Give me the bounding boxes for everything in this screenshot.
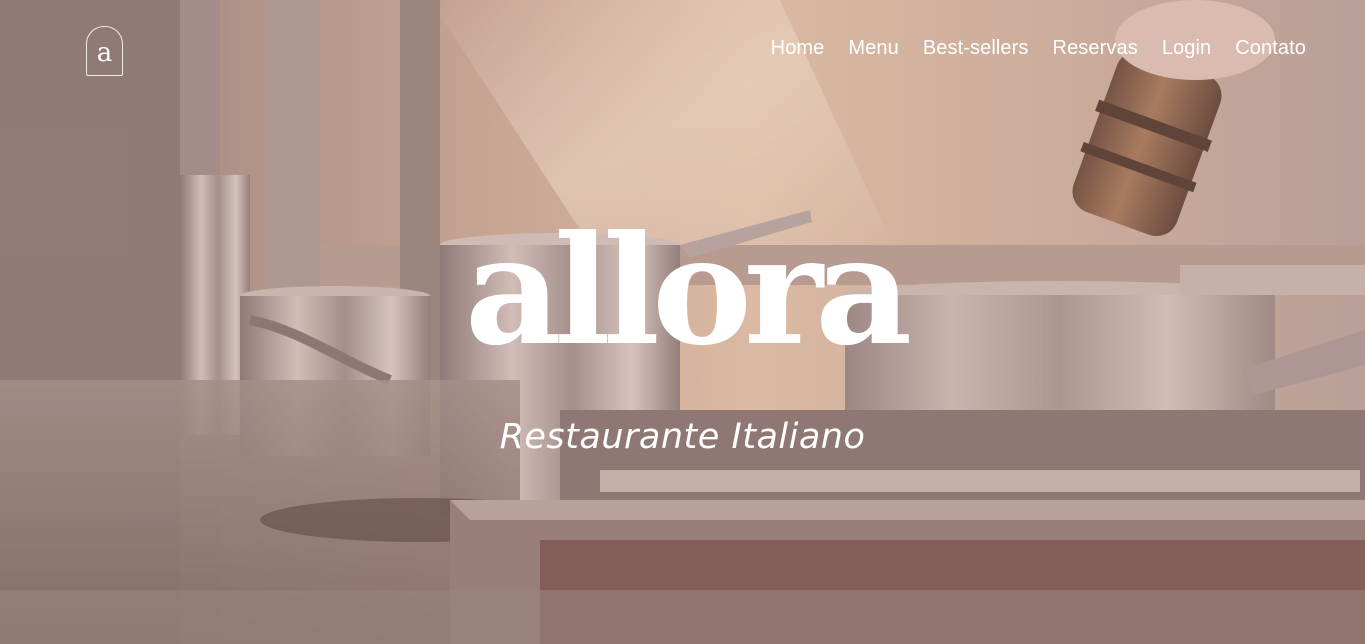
logo-letter: a <box>96 38 113 68</box>
hero-section: a Home Menu Best-sellers Reservas Login … <box>0 0 1365 644</box>
logo-badge[interactable]: a <box>86 26 123 76</box>
brand-name: allora <box>464 203 912 379</box>
nav-link-login[interactable]: Login <box>1162 35 1211 61</box>
main-navigation: Home Menu Best-sellers Reservas Login Co… <box>771 35 1306 61</box>
brand-tagline: Restaurante Italiano <box>499 417 866 457</box>
brand-block: allora <box>0 216 1365 366</box>
nav-link-home[interactable]: Home <box>771 35 825 61</box>
nav-link-reservas[interactable]: Reservas <box>1053 35 1138 61</box>
nav-link-best-sellers[interactable]: Best-sellers <box>923 35 1029 61</box>
nav-link-menu[interactable]: Menu <box>848 35 898 61</box>
nav-link-contato[interactable]: Contato <box>1235 35 1306 61</box>
